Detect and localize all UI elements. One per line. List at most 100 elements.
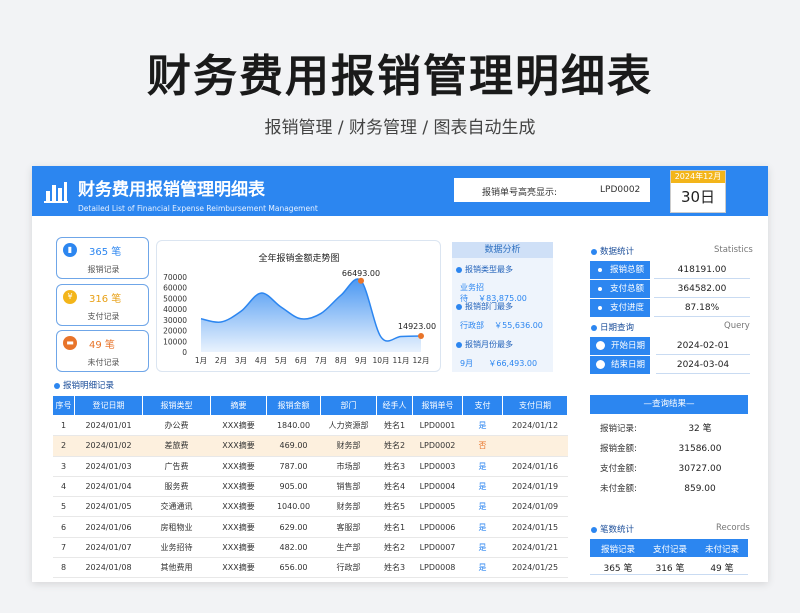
query-end-date[interactable]: 结束日期 2024-03-04: [590, 356, 750, 374]
date-day: 30日: [680, 188, 716, 206]
x-tick-label: 8月: [335, 356, 347, 365]
query-result-title: —查询结果—: [590, 395, 748, 414]
table-cell: 2024/01/03: [74, 456, 143, 477]
table-cell: 是: [462, 496, 503, 518]
x-tick-label: 11月: [392, 356, 409, 365]
table-row[interactable]: 8 2024/01/08 其他费用 XXX摘要 656.00 行政部 姓名3 LPD0008 是…: [52, 557, 568, 579]
table-row[interactable]: 4 2024/01/04 服务费 XXX摘要 905.00 销售部 姓名4 LPD0004 是 2…: [52, 476, 568, 498]
table-cell: 销售部: [320, 476, 377, 498]
table-cell: LPD0002: [412, 435, 463, 457]
y-tick-label: 0: [182, 348, 187, 357]
max-data-label: 66493.00: [342, 269, 380, 278]
table-cell: 8: [52, 557, 75, 579]
section-stats: 数据统计: [591, 245, 634, 257]
table-cell: 是: [462, 456, 503, 477]
table-cell: XXX摘要: [210, 435, 267, 457]
table-cell: 1: [52, 415, 75, 437]
x-tick-label: 1月: [195, 356, 207, 365]
result-row: 报销金额: 31586.00: [600, 444, 722, 454]
receipt-icon: ▮: [63, 243, 77, 257]
table-cell: 2024/01/16: [502, 456, 568, 477]
table-cell: 姓名2: [376, 537, 413, 559]
trend-chart: 全年报销金额走势图 0 10000 20000 30000 40000 50000 60000…: [156, 240, 441, 372]
table-cell: 482.00: [266, 537, 321, 559]
x-tick-label: 5月: [275, 356, 287, 365]
date-badge: 2024年12月 30日: [670, 170, 726, 213]
table-cell: 469.00: [266, 435, 321, 457]
section-records-en: Records: [716, 523, 750, 533]
table-cell: 业务招待: [142, 537, 211, 559]
table-cell: 7: [52, 537, 75, 559]
section-records: 笔数统计: [591, 523, 634, 535]
card-paid: ¥ 316 笔 支付记录: [56, 284, 149, 326]
table-cell: 2024/01/06: [74, 516, 143, 538]
table-cell: 2024/01/04: [74, 476, 143, 498]
detail-table: 序号 登记日期 报销类型 摘要 报销金额 部门 经手人 报销单号 支付 支付日期 1 2024/01…: [52, 395, 568, 579]
card-value: 365 笔: [89, 247, 122, 258]
clock-icon: [596, 341, 605, 350]
highlight-field[interactable]: 报销单号高亮显示: LPD0002: [454, 178, 650, 202]
wallet-icon: ▬: [63, 336, 77, 350]
x-tick-label: 12月: [412, 356, 429, 365]
last-point: [418, 333, 424, 340]
x-tick-label: 4月: [255, 356, 267, 365]
table-cell: 1840.00: [266, 415, 321, 437]
y-tick-label: 70000: [163, 273, 187, 282]
table-cell: 2024/01/12: [502, 415, 568, 437]
table-cell: 办公费: [142, 415, 211, 437]
table-cell: 人力资源部: [320, 415, 377, 437]
table-header-cell: 摘要: [210, 395, 267, 416]
table-cell: 787.00: [266, 456, 321, 477]
stat-total: 报销总额 418191.00: [590, 261, 750, 279]
table-cell: 2024/01/02: [74, 435, 143, 457]
table-cell: 3: [52, 456, 75, 477]
trend-chart-svg: 全年报销金额走势图 0 1000020000 30000 40000 5000060000…: [163, 252, 436, 365]
table-cell: LPD0005: [412, 496, 463, 518]
table-header-cell: 部门: [320, 395, 377, 416]
table-row[interactable]: 6 2024/01/06 房租物业 XXX摘要 629.00 客服部 姓名1 LPD0006 是…: [52, 516, 568, 538]
table-cell: 姓名3: [376, 456, 413, 477]
query-start-date[interactable]: 开始日期 2024-02-01: [590, 337, 750, 355]
table-cell: LPD0007: [412, 537, 463, 559]
stat-paid: 支付总额 364582.00: [590, 280, 750, 298]
result-row: 支付金额: 30727.00: [600, 464, 722, 474]
x-tick-label: 7月: [315, 356, 327, 365]
y-tick-label: 40000: [163, 305, 187, 314]
section-query-en: Query: [724, 321, 750, 331]
table-cell: 2024/01/01: [74, 415, 143, 437]
table-cell: [502, 435, 568, 457]
table-cell: XXX摘要: [210, 537, 267, 559]
table-row[interactable]: 5 2024/01/05 交通通讯 XXX摘要 1040.00 财务部 姓名5 LPD0005…: [52, 496, 568, 518]
card-value: 49 笔: [89, 340, 115, 351]
analysis-answer: 9月 ￥66,493.00: [460, 359, 538, 368]
analysis-panel: 数据分析 报销类型最多 业务招待 ￥83,875.00 报销部门最多 行政部 ￥…: [452, 242, 553, 372]
y-tick-label: 60000: [163, 284, 187, 293]
table-cell: 姓名1: [376, 516, 413, 538]
table-row[interactable]: 2 2024/01/02 差旅费 XXX摘要 469.00 财务部 姓名2 LPD0002 否: [52, 435, 568, 457]
table-cell: 2024/01/21: [502, 537, 568, 559]
card-reimburse: ▮ 365 笔 报销记录: [56, 237, 149, 279]
section-query: 日期查询: [591, 321, 634, 333]
card-label: 未付记录: [87, 358, 120, 367]
table-row[interactable]: 3 2024/01/03 广告费 XXX摘要 787.00 市场部 姓名3 LPD0003 是 2…: [52, 456, 568, 477]
section-detail: 报销明细记录: [54, 379, 114, 391]
sheet-header: 财务费用报销管理明细表 Detailed List of Financial E…: [32, 166, 768, 216]
table-cell: 905.00: [266, 476, 321, 498]
table-cell: XXX摘要: [210, 496, 267, 518]
table-cell: 行政部: [320, 557, 377, 579]
result-row: 未付金额: 859.00: [600, 484, 716, 494]
y-tick-label: 30000: [163, 316, 187, 325]
card-value: 316 笔: [89, 294, 122, 305]
table-row[interactable]: 7 2024/01/07 业务招待 XXX摘要 482.00 生产部 姓名2 LPD0007 是…: [52, 537, 568, 559]
table-cell: 2024/01/08: [74, 557, 143, 579]
table-header-cell: 支付: [462, 395, 503, 416]
table-cell: 4: [52, 476, 75, 498]
table-cell: 广告费: [142, 456, 211, 477]
table-cell: 姓名3: [376, 557, 413, 579]
table-cell: 是: [462, 557, 503, 579]
table-header-cell: 序号: [52, 395, 75, 416]
bar-chart-icon: [44, 182, 68, 203]
highlight-value[interactable]: LPD0002: [600, 185, 640, 195]
table-cell: 6: [52, 516, 75, 538]
table-row[interactable]: 1 2024/01/01 办公费 XXX摘要 1840.00 人力资源部 姓名1 LPD000…: [52, 415, 568, 437]
